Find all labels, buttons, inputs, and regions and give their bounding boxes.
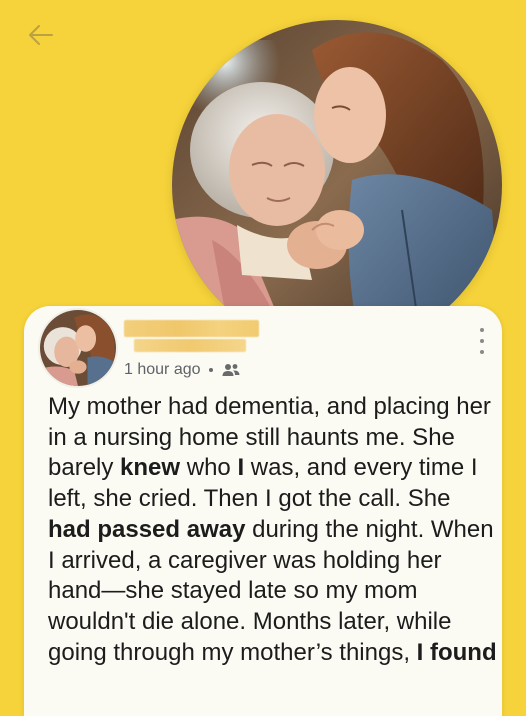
author-name-redacted[interactable]	[124, 320, 259, 354]
arrow-left-icon	[29, 25, 53, 45]
post-timestamp[interactable]: 1 hour ago	[124, 361, 201, 379]
post-card: 1 hour ago My mother had dementia, and p…	[24, 306, 502, 716]
more-vertical-icon	[480, 328, 484, 332]
back-button[interactable]	[24, 18, 58, 52]
post-text-bold: knew	[120, 454, 181, 482]
post-text-bold: I found	[416, 638, 497, 666]
separator-dot	[208, 368, 213, 372]
post-text-segment: who	[180, 454, 238, 482]
post-body: My mother had dementia, and placing her …	[48, 392, 498, 668]
avatar[interactable]	[38, 308, 118, 388]
hero-photo	[172, 20, 502, 350]
post-text-bold: had passed away	[48, 515, 246, 543]
post-meta: 1 hour ago	[124, 361, 241, 379]
more-options-button[interactable]	[476, 328, 488, 354]
friends-icon[interactable]	[221, 362, 241, 378]
